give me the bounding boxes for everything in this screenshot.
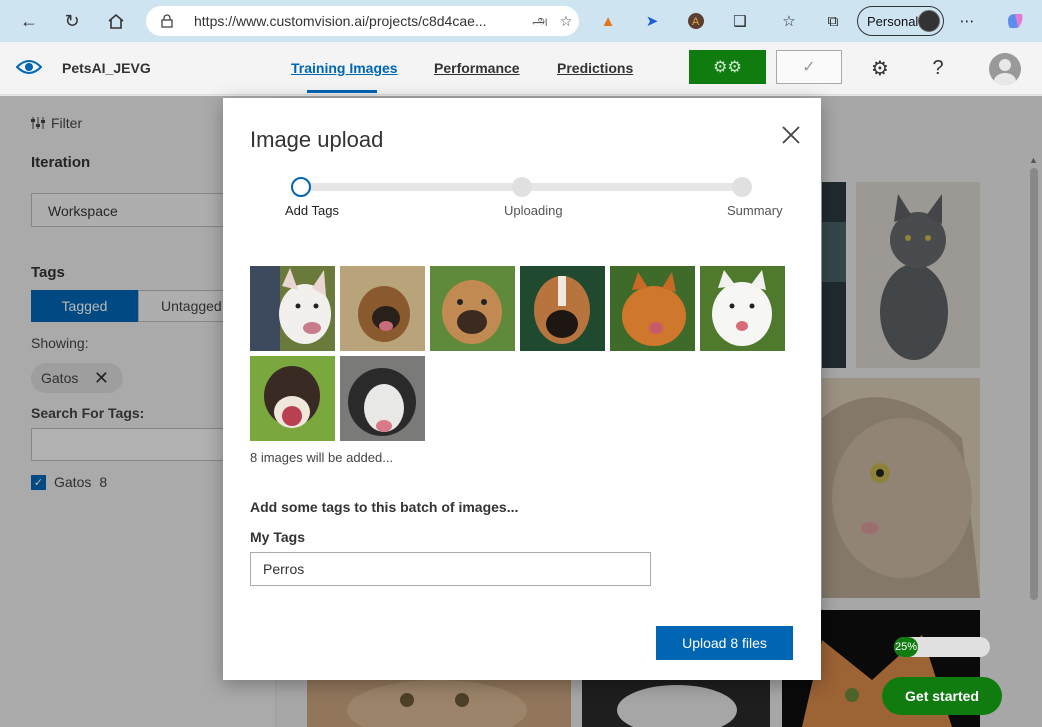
favorite-star-icon[interactable]: ☆ <box>553 13 579 30</box>
gears-icon: ⚙⚙ <box>713 59 742 76</box>
extension-a-icon[interactable]: A <box>685 10 707 32</box>
upload-thumbnail <box>340 266 425 351</box>
active-tab-indicator <box>307 90 377 93</box>
upload-thumbnail <box>610 266 695 351</box>
image-upload-dialog: Image upload Add Tags Uploading Summary <box>223 98 821 680</box>
get-started-button[interactable]: Get started <box>882 677 1002 715</box>
upload-thumbnail <box>700 266 785 351</box>
upload-thumbnail <box>430 266 515 351</box>
project-name: PetsAI_JEVG <box>62 60 151 76</box>
svg-text:A: A <box>692 16 700 28</box>
profile-label: Personal <box>867 13 919 29</box>
step-label-add-tags: Add Tags <box>285 203 339 218</box>
help-icon[interactable]: ? <box>926 56 950 80</box>
profile-avatar <box>918 10 940 32</box>
settings-gear-icon[interactable]: ⚙ <box>868 56 892 80</box>
progress-fill: 25% <box>894 637 918 657</box>
tab-predictions[interactable]: Predictions <box>557 60 633 76</box>
url-text: https://www.customvision.ai/projects/c8d… <box>194 13 487 29</box>
tab-performance[interactable]: Performance <box>434 60 520 76</box>
upload-thumbnail <box>250 266 335 351</box>
upload-thumbnail <box>340 356 425 441</box>
progress-label: 25% <box>894 641 918 653</box>
onboarding-progress: 25% <box>894 637 990 657</box>
profile-button[interactable]: Personal <box>857 6 944 36</box>
lock-icon <box>161 14 173 28</box>
tab-training-images[interactable]: Training Images <box>291 60 398 76</box>
upload-files-button[interactable]: Upload 8 files <box>656 626 793 660</box>
back-icon[interactable]: ← <box>16 8 42 34</box>
add-tags-heading: Add some tags to this batch of images... <box>250 499 519 515</box>
favorites-icon[interactable]: ☆ <box>778 10 800 32</box>
checkmark-icon: ✓ <box>802 59 816 76</box>
collections-icon[interactable]: ⧉ <box>822 10 844 32</box>
metamask-icon[interactable]: ▲ <box>597 10 619 32</box>
copilot-icon[interactable] <box>1004 10 1026 32</box>
close-icon[interactable] <box>780 124 802 146</box>
browser-toolbar: ← ↻ https://www.customvision.ai/projects… <box>0 0 1042 42</box>
step-dot-summary <box>732 177 752 197</box>
images-count-note: 8 images will be added... <box>250 450 394 465</box>
my-tags-input[interactable] <box>250 552 651 586</box>
train-button[interactable]: ⚙⚙ <box>689 50 766 84</box>
step-dot-add-tags <box>291 177 311 197</box>
more-menu-icon[interactable]: ⋯ <box>956 10 978 32</box>
user-avatar[interactable] <box>989 53 1021 85</box>
extensions-puzzle-icon[interactable]: ❑ <box>729 10 751 32</box>
address-bar[interactable]: https://www.customvision.ai/projects/c8d… <box>146 6 579 36</box>
read-aloud-icon[interactable]: அ <box>527 12 553 31</box>
my-tags-label: My Tags <box>250 529 305 545</box>
step-label-uploading: Uploading <box>504 203 563 218</box>
step-label-summary: Summary <box>727 203 783 218</box>
quick-test-button[interactable]: ✓ <box>776 50 842 84</box>
upload-thumbnail <box>250 356 335 441</box>
step-dot-uploading <box>512 177 532 197</box>
upload-thumbnail <box>520 266 605 351</box>
home-icon[interactable] <box>103 8 129 34</box>
refresh-icon[interactable]: ↻ <box>59 8 85 34</box>
app-header: PetsAI_JEVG Training Images Performance … <box>0 42 1042 95</box>
extension-arrow-icon[interactable]: ➤ <box>641 10 663 32</box>
dialog-title: Image upload <box>250 127 384 152</box>
custom-vision-logo-icon <box>16 60 42 74</box>
